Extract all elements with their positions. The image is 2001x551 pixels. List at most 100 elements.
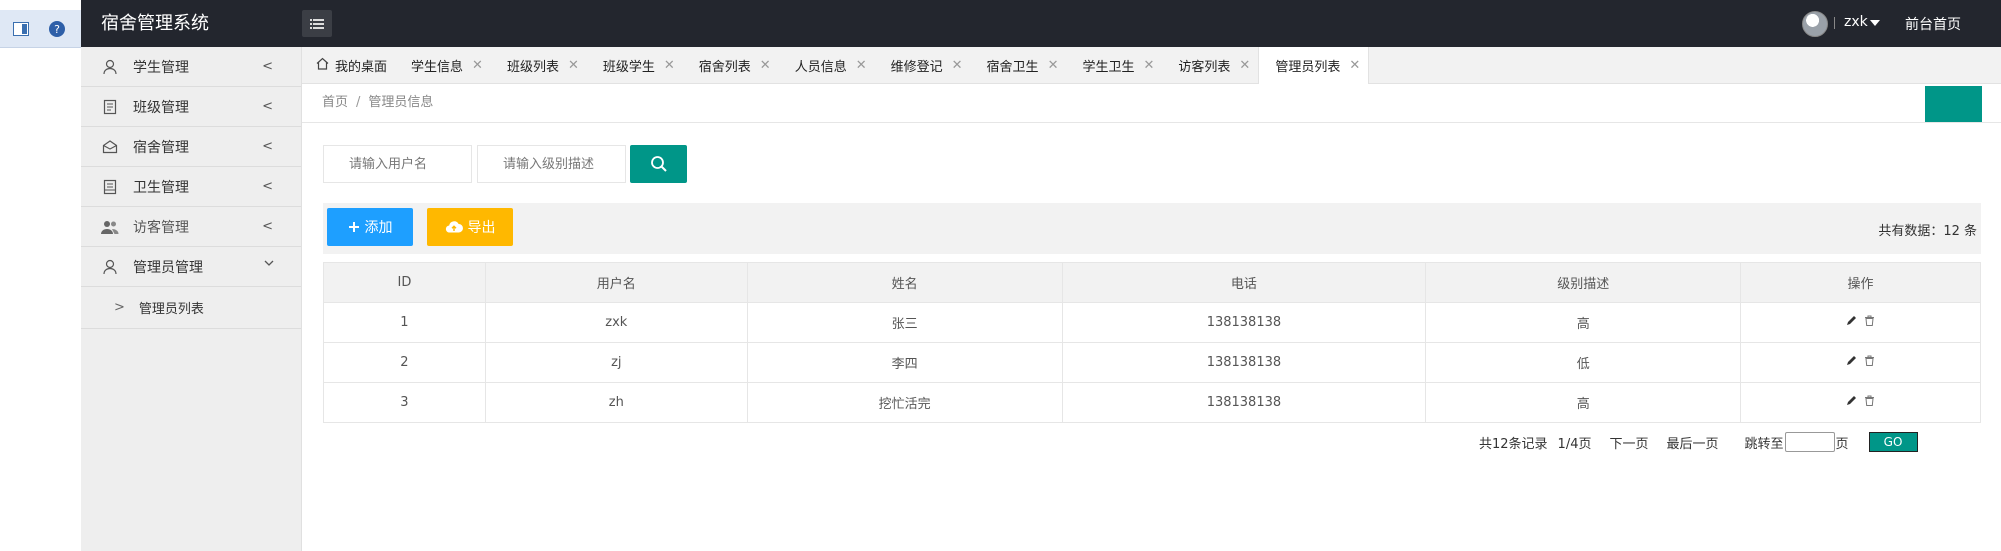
cell-name: 挖忙活完 <box>746 382 1063 423</box>
table-row: 1 zxk 张三 138138138 高 <box>323 302 1981 343</box>
edit-icon[interactable] <box>1846 395 1857 406</box>
sidebar-item-visitors[interactable]: 访客管理 < <box>81 207 301 247</box>
sidebar-subitem-admin-list[interactable]: > 管理员列表 <box>81 287 301 329</box>
avatar[interactable] <box>1802 11 1828 37</box>
table-row: 3 zh 挖忙活完 138138138 高 <box>323 382 1981 423</box>
sidebar-item-hygiene[interactable]: 卫生管理 < <box>81 167 301 207</box>
edit-icon[interactable] <box>1846 315 1857 326</box>
level-search-input[interactable] <box>477 145 626 183</box>
cloud-upload-icon <box>445 220 463 234</box>
last-page-link[interactable]: 最后一页 <box>1667 433 1719 452</box>
tab-student-hygiene[interactable]: 学生卫生 ✕ <box>1066 47 1162 84</box>
close-icon[interactable]: ✕ <box>952 58 963 73</box>
cell-username: zxk <box>484 302 748 343</box>
cell-username: zh <box>484 382 748 423</box>
tab-dorm-hygiene[interactable]: 宿舍卫生 ✕ <box>971 47 1067 84</box>
tab-staff-info[interactable]: 人员信息 ✕ <box>779 47 875 84</box>
sidebar-item-admins[interactable]: 管理员管理 <box>81 247 301 287</box>
sidebar-item-dorms[interactable]: 宿舍管理 < <box>81 127 301 167</box>
table-row: 2 zj 李四 138138138 低 <box>323 342 1981 383</box>
cell-id: 1 <box>323 302 486 343</box>
delete-icon[interactable] <box>1864 355 1875 366</box>
export-button[interactable]: 导出 <box>427 208 513 246</box>
tab-label: 维修登记 <box>890 60 943 75</box>
edit-icon[interactable] <box>1846 355 1857 366</box>
breadcrumb-separator: / <box>356 95 361 110</box>
hygiene-icon <box>100 177 120 197</box>
page-indicator: 1/4页 <box>1557 436 1592 452</box>
column-header[interactable]: 操作 <box>1740 262 1981 303</box>
cell-phone: 138138138 <box>1061 342 1427 383</box>
admin-table: ID 用户名 姓名 电话 级别描述 操作 1 zxk 张三 138138138 … <box>323 262 1981 423</box>
help-icon[interactable]: ? <box>46 18 68 40</box>
column-header[interactable]: 电话 <box>1061 262 1427 303</box>
menu-toggle-button[interactable] <box>302 10 332 37</box>
tab-admin-list[interactable]: 管理员列表 ✕ <box>1258 47 1370 84</box>
delete-icon[interactable] <box>1864 395 1875 406</box>
tab-label: 宿舍卫生 <box>986 60 1039 75</box>
search-icon <box>650 156 667 172</box>
close-icon[interactable]: ✕ <box>1143 58 1154 73</box>
add-button[interactable]: 添加 <box>327 208 413 246</box>
export-button-label: 导出 <box>467 220 496 236</box>
tab-desktop[interactable]: 我的桌面 <box>302 47 395 84</box>
tab-repair-log[interactable]: 维修登记 ✕ <box>875 47 971 84</box>
panel-icon[interactable] <box>10 18 32 40</box>
close-icon[interactable]: ✕ <box>856 58 867 73</box>
chevron-down-icon <box>263 257 275 273</box>
divider <box>1834 17 1835 29</box>
next-page-link[interactable]: 下一页 <box>1609 433 1648 452</box>
tab-student-info[interactable]: 学生信息 ✕ <box>395 47 491 84</box>
chevron-right-icon: > <box>114 300 125 315</box>
chevron-left-icon: < <box>262 219 273 234</box>
user-name[interactable]: zxk <box>1844 14 1868 30</box>
delete-icon[interactable] <box>1864 315 1875 326</box>
top-header: zxk 前台首页 <box>302 0 2001 47</box>
menu-icon <box>310 18 324 29</box>
class-icon <box>100 97 120 117</box>
column-header[interactable]: 用户名 <box>484 262 748 303</box>
search-button[interactable] <box>630 145 687 183</box>
sidebar-item-classes[interactable]: 班级管理 < <box>81 87 301 127</box>
refresh-button[interactable] <box>1925 86 1982 122</box>
cell-actions <box>1740 302 1981 343</box>
tab-visitor-list[interactable]: 访客列表 ✕ <box>1162 47 1258 84</box>
close-icon[interactable]: ✕ <box>1048 58 1059 73</box>
column-header[interactable]: ID <box>323 262 486 303</box>
tab-class-students[interactable]: 班级学生 ✕ <box>587 47 683 84</box>
caret-down-icon[interactable] <box>1870 20 1880 26</box>
sidebar-item-label: 班级管理 <box>133 99 189 116</box>
column-header[interactable]: 级别描述 <box>1425 262 1742 303</box>
close-icon[interactable]: ✕ <box>664 58 675 73</box>
close-icon[interactable]: ✕ <box>568 58 579 73</box>
close-icon[interactable]: ✕ <box>1349 58 1360 73</box>
total-count: 共有数据：12 条 <box>1878 224 1977 239</box>
chevron-left-icon: < <box>262 179 273 194</box>
pagination: 共12条记录 1/4页 下一页 最后一页 跳转至 页 GO <box>1479 432 1918 452</box>
breadcrumb-home[interactable]: 首页 <box>322 95 348 110</box>
sidebar-item-students[interactable]: 学生管理 < <box>81 47 301 87</box>
chevron-left-icon: < <box>262 139 273 154</box>
tab-class-list[interactable]: 班级列表 ✕ <box>491 47 587 84</box>
app-root: ? 宿舍管理系统 学生管理 < 班级管理 < 宿舍管理 < 卫生管理 < 访客管… <box>0 0 2001 551</box>
username-search-input[interactable] <box>323 145 472 183</box>
tab-label: 学生卫生 <box>1082 60 1135 75</box>
page-number-input[interactable] <box>1784 432 1835 452</box>
sidebar-item-label: 管理员管理 <box>133 259 203 276</box>
close-icon[interactable]: ✕ <box>1239 58 1250 73</box>
sidebar-item-label: 宿舍管理 <box>133 139 189 156</box>
close-icon[interactable]: ✕ <box>760 58 771 73</box>
plus-icon <box>348 221 360 233</box>
jump-prefix: 跳转至 <box>1744 436 1784 452</box>
dorm-icon <box>100 137 120 157</box>
browser-side-strip: ? <box>0 0 81 551</box>
column-header[interactable]: 姓名 <box>746 262 1063 303</box>
sidebar-subitem-label: 管理员列表 <box>138 302 204 317</box>
admin-icon <box>100 257 120 277</box>
chevron-left-icon: < <box>262 99 273 114</box>
go-button[interactable]: GO <box>1868 432 1918 452</box>
cell-phone: 138138138 <box>1061 382 1427 423</box>
front-home-link[interactable]: 前台首页 <box>1905 14 1961 34</box>
tab-dorm-list[interactable]: 宿舍列表 ✕ <box>683 47 779 84</box>
close-icon[interactable]: ✕ <box>472 58 483 73</box>
